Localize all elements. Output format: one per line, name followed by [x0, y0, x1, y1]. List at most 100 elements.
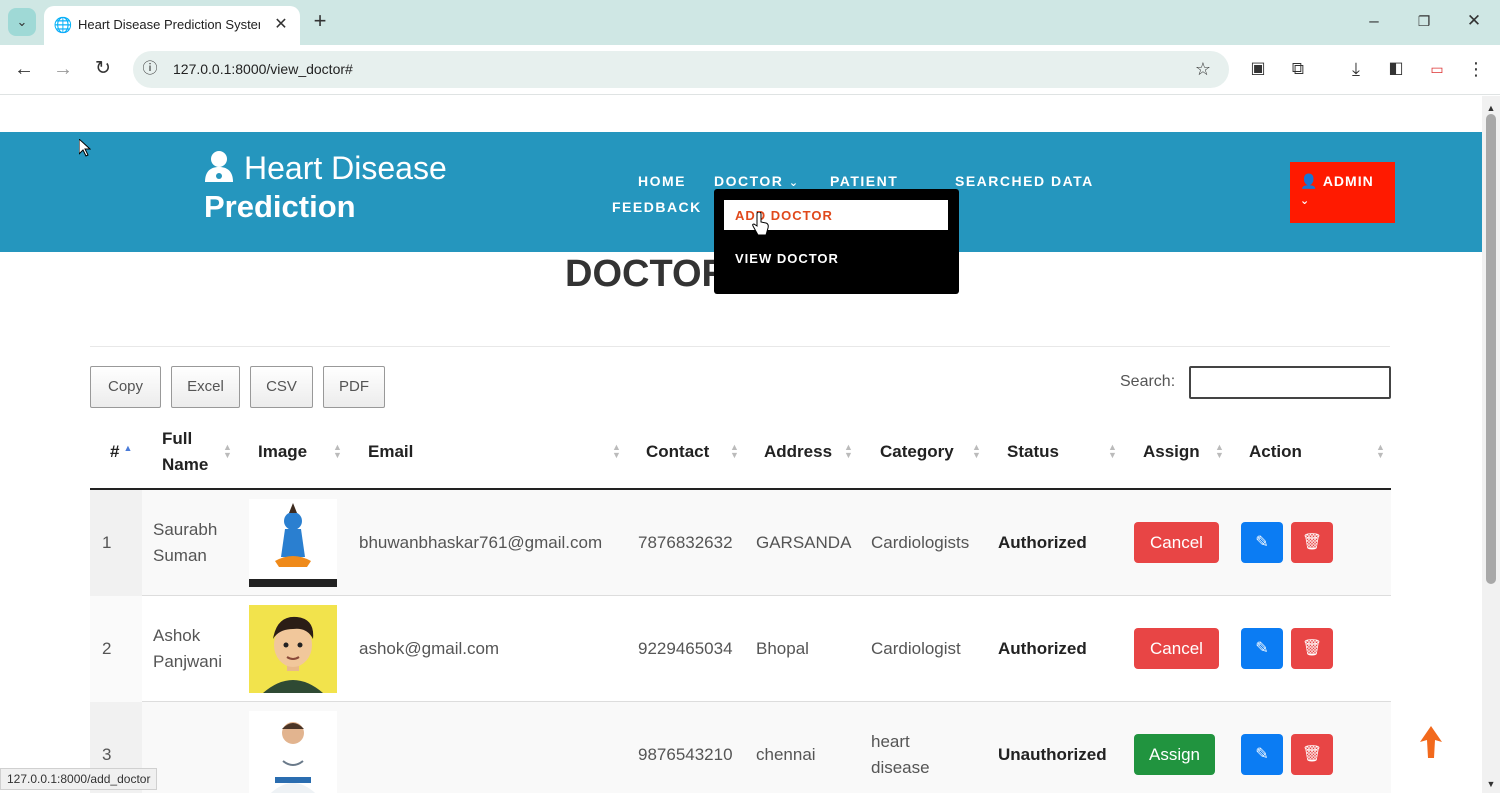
delete-button[interactable]: 🗑	[1291, 628, 1333, 669]
column-header-full-name[interactable]: Full Name	[162, 414, 222, 489]
nav-doctor[interactable]: DOCTOR ⌄	[714, 173, 800, 189]
doctor-name	[153, 702, 233, 793]
excel-button[interactable]: Excel	[171, 366, 240, 408]
column-header-status[interactable]: Status	[1007, 414, 1059, 489]
column-header-contact[interactable]: Contact	[646, 414, 709, 489]
user-icon: 👤	[1300, 173, 1319, 189]
search-input[interactable]	[1189, 366, 1391, 399]
edit-icon: ✎	[1255, 534, 1269, 551]
table-row: 1 Saurabh Suman bhuwanbhaskar761@gmail.c…	[90, 490, 1391, 596]
sort-icon: ▲ ▼	[1108, 442, 1117, 460]
doctor-category: heart disease	[871, 732, 930, 777]
trash-icon: 🗑	[1301, 534, 1323, 551]
doctor-category: Cardiologists	[871, 533, 970, 552]
doctor-address: GARSANDA	[756, 533, 852, 552]
column-header-image[interactable]: Image	[258, 414, 307, 489]
search-label: Search:	[1120, 373, 1176, 390]
column-header-assign[interactable]: Assign	[1143, 414, 1200, 489]
cursor-arrow-icon	[79, 139, 91, 157]
doctor-icon	[205, 151, 233, 182]
browser-tab[interactable]: 🌐 Heart Disease Prediction System ✕	[44, 6, 300, 45]
table-row: 2 Ashok Panjwani ashok@gmail.com 9229465…	[90, 596, 1391, 702]
extensions-icon[interactable]: ⧉	[1287, 59, 1309, 79]
sort-icon: ▲ ▼	[223, 442, 232, 460]
trash-icon: 🗑	[1301, 746, 1323, 763]
nav-doctor-label: DOCTOR	[714, 173, 784, 189]
doctor-address: chennai	[756, 745, 816, 764]
column-header-email[interactable]: Email	[368, 414, 413, 489]
site-info-icon[interactable]: ⓘ	[139, 59, 161, 79]
window-close-icon[interactable]: ✕	[1463, 11, 1485, 31]
doctor-contact: 9876543210	[638, 745, 733, 764]
admin-label: ADMIN	[1322, 173, 1374, 189]
brand-line2: Prediction	[204, 189, 356, 224]
forward-icon[interactable]: →	[52, 59, 74, 79]
tab-search-button[interactable]: ⌄	[8, 8, 36, 36]
sort-asc-icon: ▲	[123, 442, 133, 453]
column-header-category[interactable]: Category	[880, 414, 954, 489]
new-tab-icon[interactable]: +	[309, 10, 331, 32]
brand-line1: Heart Disease	[244, 150, 447, 186]
edit-icon: ✎	[1255, 746, 1269, 763]
doctor-photo	[249, 711, 337, 793]
close-icon[interactable]: ✕	[270, 15, 292, 35]
edit-button[interactable]: ✎	[1241, 734, 1283, 775]
profile-extension-icon[interactable]: ▣	[1247, 59, 1269, 79]
row-number: 2	[102, 639, 112, 658]
pdf-button[interactable]: PDF	[323, 366, 385, 408]
link-status-bar: 127.0.0.1:8000/add_doctor	[0, 768, 158, 790]
delete-button[interactable]: 🗑	[1291, 522, 1333, 563]
doctor-photo	[249, 605, 337, 693]
download-icon[interactable]: ⤓	[1345, 59, 1367, 79]
menu-item-view-doctor[interactable]: VIEW DOCTOR	[735, 251, 839, 266]
copy-button[interactable]: Copy	[90, 366, 161, 408]
cancel-button[interactable]: Cancel	[1134, 522, 1219, 563]
column-header-number[interactable]: # ▲	[110, 414, 132, 489]
globe-icon: 🌐	[53, 17, 73, 34]
status-badge: Authorized	[998, 533, 1087, 552]
column-header-address[interactable]: Address	[764, 414, 832, 489]
nav-feedback[interactable]: FEEDBACK	[612, 199, 702, 215]
doctor-category: Cardiologist	[871, 639, 961, 658]
side-panel-icon[interactable]: ◧	[1385, 59, 1407, 79]
csv-button[interactable]: CSV	[250, 366, 313, 408]
nav-searched-data[interactable]: SEARCHED DATA	[955, 173, 1094, 189]
column-header-action[interactable]: Action	[1249, 414, 1302, 489]
edit-button[interactable]: ✎	[1241, 628, 1283, 669]
restore-icon[interactable]: ❐	[1413, 11, 1435, 31]
edit-button[interactable]: ✎	[1241, 522, 1283, 563]
scroll-down-icon[interactable]: ▼	[1480, 774, 1500, 794]
page-scrollbar[interactable]: ▲ ▼	[1482, 96, 1500, 793]
assign-button[interactable]: Assign	[1134, 734, 1215, 775]
scrollbar-thumb[interactable]	[1486, 114, 1496, 584]
back-to-top-arrow-icon[interactable]	[1420, 726, 1442, 758]
cursor-hand-icon	[752, 212, 769, 236]
sort-icon: ▲ ▼	[730, 442, 739, 460]
section-divider	[90, 346, 1390, 347]
status-badge: Unauthorized	[998, 745, 1107, 764]
nav-patient[interactable]: PATIENT	[830, 173, 898, 189]
chevron-down-icon: ⌄	[16, 14, 28, 29]
tab-title: Heart Disease Prediction System	[78, 17, 260, 32]
cancel-button[interactable]: Cancel	[1134, 628, 1219, 669]
bookmark-star-icon[interactable]: ☆	[1192, 59, 1214, 79]
address-bar[interactable]: ⓘ 127.0.0.1:8000/view_doctor# ☆	[133, 51, 1229, 88]
doctor-contact: 7876832632	[638, 533, 733, 552]
admin-menu-button[interactable]: 👤 ADMIN ⌄	[1290, 162, 1395, 223]
row-number: 1	[102, 533, 112, 552]
back-icon[interactable]: ←	[13, 59, 35, 79]
doctor-photo	[249, 499, 337, 587]
nav-home[interactable]: HOME	[638, 173, 686, 189]
reload-icon[interactable]: ↻	[92, 59, 114, 79]
delete-button[interactable]: 🗑	[1291, 734, 1333, 775]
sort-icon: ▲ ▼	[844, 442, 853, 460]
doctor-contact: 9229465034	[638, 639, 733, 658]
url-text: 127.0.0.1:8000/view_doctor#	[173, 61, 353, 77]
minimize-icon[interactable]: –	[1363, 11, 1385, 31]
browser-menu-icon[interactable]: ⋮	[1465, 59, 1487, 79]
doctor-name: Saurabh Suman	[153, 520, 218, 565]
sort-icon: ▲ ▼	[333, 442, 342, 460]
brand-logo[interactable]: Heart Disease Prediction	[204, 150, 447, 225]
extension-badge-icon[interactable]: ▭	[1426, 59, 1448, 79]
browser-tab-strip: ⌄ 🌐 Heart Disease Prediction System ✕ + …	[0, 0, 1500, 45]
